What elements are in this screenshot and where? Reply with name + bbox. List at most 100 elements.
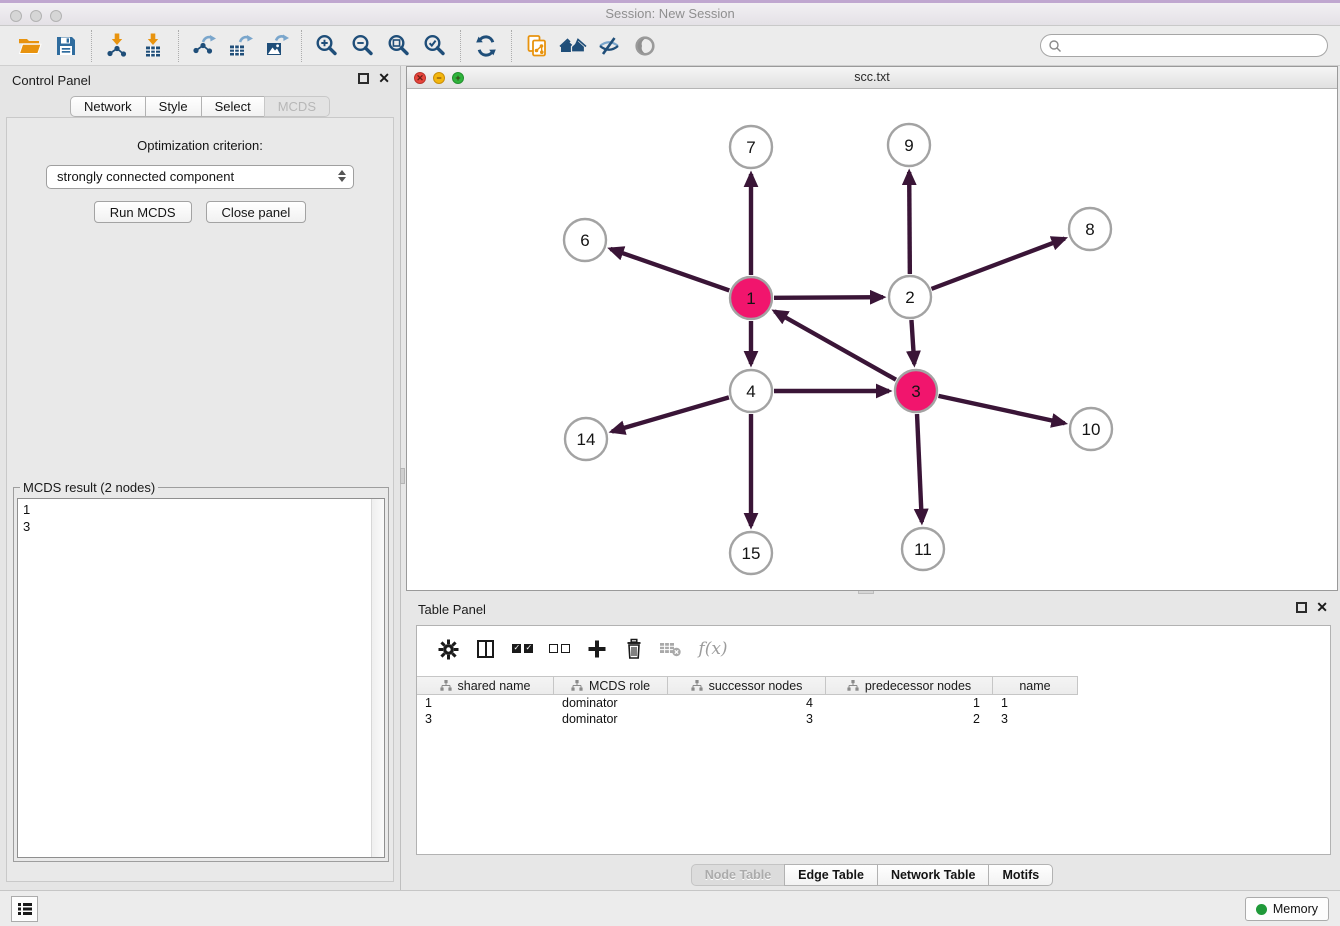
- network-canvas[interactable]: 1 2 3 4 6 7 8 9 10 11 14 15: [407, 89, 1337, 590]
- window-close-button[interactable]: [10, 10, 22, 22]
- node-15[interactable]: 15: [730, 532, 772, 574]
- mcds-result-fieldset: MCDS result (2 nodes) 1 3: [13, 480, 389, 862]
- delete-table-button[interactable]: [652, 634, 689, 664]
- optimization-criterion-select[interactable]: strongly connected component: [46, 165, 354, 189]
- tab-node-table[interactable]: Node Table: [691, 864, 785, 886]
- edge-2-3[interactable]: [911, 320, 914, 364]
- function-builder-button[interactable]: f(x): [689, 634, 737, 664]
- open-session-button[interactable]: [12, 30, 48, 62]
- edge-4-14[interactable]: [612, 397, 729, 431]
- table-split-view-button[interactable]: [467, 634, 504, 664]
- close-panel-button[interactable]: Close panel: [206, 201, 307, 223]
- export-network-button[interactable]: [186, 30, 222, 62]
- titlebar: Session: New Session: [0, 0, 1340, 26]
- zoom-fit-button[interactable]: [381, 30, 417, 62]
- edge-1-2[interactable]: [774, 297, 883, 298]
- table-row[interactable]: 1dominator411: [417, 695, 1330, 711]
- node-4[interactable]: 4: [730, 370, 772, 412]
- network-close-button[interactable]: ✕: [414, 72, 426, 84]
- edge-3-11[interactable]: [917, 414, 922, 522]
- table-body: 1dominator4113dominator323: [417, 695, 1330, 727]
- node-label: 6: [580, 231, 589, 250]
- show-panels-button[interactable]: [11, 896, 38, 922]
- node-14[interactable]: 14: [565, 418, 607, 460]
- node-10[interactable]: 10: [1070, 408, 1112, 450]
- table-cell: 2: [826, 711, 993, 727]
- network-minimize-button[interactable]: −: [433, 72, 445, 84]
- tab-edge-table[interactable]: Edge Table: [784, 864, 878, 886]
- mcds-result-text[interactable]: 1 3: [23, 501, 368, 855]
- float-table-panel-icon[interactable]: [1296, 602, 1307, 613]
- clone-network-button[interactable]: [519, 30, 555, 62]
- delete-column-button[interactable]: [615, 634, 652, 664]
- node-9[interactable]: 9: [888, 124, 930, 166]
- node-7[interactable]: 7: [730, 126, 772, 168]
- node-3[interactable]: 3: [895, 370, 937, 412]
- edge-3-1[interactable]: [775, 311, 896, 379]
- node-label: 1: [746, 289, 755, 308]
- node-2[interactable]: 2: [889, 276, 931, 318]
- column-header-shared-name[interactable]: shared name: [417, 676, 554, 695]
- window-minimize-button[interactable]: [30, 10, 42, 22]
- edge-1-6[interactable]: [610, 249, 729, 291]
- zoom-selected-button[interactable]: [417, 30, 453, 62]
- edge-3-10[interactable]: [938, 396, 1064, 423]
- export-network-icon: [191, 33, 217, 59]
- table-settings-button[interactable]: [430, 634, 467, 664]
- column-header-successor-nodes[interactable]: successor nodes: [668, 676, 826, 695]
- mcds-result-box: 1 3: [17, 498, 385, 858]
- edge-2-9[interactable]: [909, 172, 910, 274]
- refresh-button[interactable]: [468, 30, 504, 62]
- home-icon: [559, 33, 587, 59]
- tab-network-table[interactable]: Network Table: [877, 864, 990, 886]
- tab-motifs[interactable]: Motifs: [988, 864, 1053, 886]
- network-window-titlebar[interactable]: ✕ − + scc.txt: [407, 67, 1337, 89]
- node-label: 9: [904, 136, 913, 155]
- node-label: 4: [746, 382, 755, 401]
- table-cell: 3: [668, 711, 826, 727]
- column-header-predecessor-nodes[interactable]: predecessor nodes: [826, 676, 993, 695]
- network-maximize-button[interactable]: +: [452, 72, 464, 84]
- save-session-button[interactable]: [48, 30, 84, 62]
- export-image-button[interactable]: [258, 30, 294, 62]
- tab-style[interactable]: Style: [145, 96, 202, 117]
- control-panel-tabs: NetworkStyleSelectMCDS: [70, 96, 330, 117]
- select-all-button[interactable]: [504, 634, 541, 664]
- export-table-button[interactable]: [222, 30, 258, 62]
- node-1[interactable]: 1: [730, 277, 772, 319]
- node-6[interactable]: 6: [564, 219, 606, 261]
- close-table-panel-icon[interactable]: ✕: [1316, 602, 1328, 613]
- table-row[interactable]: 3dominator323: [417, 711, 1330, 727]
- column-header-label: successor nodes: [709, 679, 803, 693]
- memory-button[interactable]: Memory: [1245, 897, 1329, 921]
- home-button[interactable]: [555, 30, 591, 62]
- close-panel-icon[interactable]: ✕: [378, 73, 390, 84]
- import-network-button[interactable]: [99, 30, 135, 62]
- add-column-button[interactable]: [578, 634, 615, 664]
- table-cell: 3: [993, 711, 1078, 727]
- column-header-mcds-role[interactable]: MCDS role: [554, 676, 668, 695]
- node-11[interactable]: 11: [902, 528, 944, 570]
- show-all-button[interactable]: [627, 30, 663, 62]
- vertical-split-handle[interactable]: [400, 468, 405, 484]
- window-zoom-button[interactable]: [50, 10, 62, 22]
- float-panel-icon[interactable]: [358, 73, 369, 84]
- node-8[interactable]: 8: [1069, 208, 1111, 250]
- deselect-all-button[interactable]: [541, 634, 578, 664]
- search-input[interactable]: [1062, 36, 1327, 55]
- run-mcds-button[interactable]: Run MCDS: [94, 201, 192, 223]
- search-field[interactable]: [1040, 34, 1328, 57]
- hide-selected-button[interactable]: [591, 30, 627, 62]
- table-cell: 4: [668, 695, 826, 711]
- tab-mcds[interactable]: MCDS: [264, 96, 330, 117]
- zoom-in-button[interactable]: [309, 30, 345, 62]
- table-header-row: shared nameMCDS role successor nodes prede…: [417, 676, 1330, 695]
- tab-select[interactable]: Select: [201, 96, 265, 117]
- refresh-icon: [473, 33, 499, 59]
- zoom-out-button[interactable]: [345, 30, 381, 62]
- tab-network[interactable]: Network: [70, 96, 146, 117]
- mcds-result-scrollbar[interactable]: [371, 499, 384, 857]
- edge-2-8[interactable]: [932, 239, 1065, 289]
- column-header-name[interactable]: name: [993, 676, 1078, 695]
- import-table-button[interactable]: [135, 30, 171, 62]
